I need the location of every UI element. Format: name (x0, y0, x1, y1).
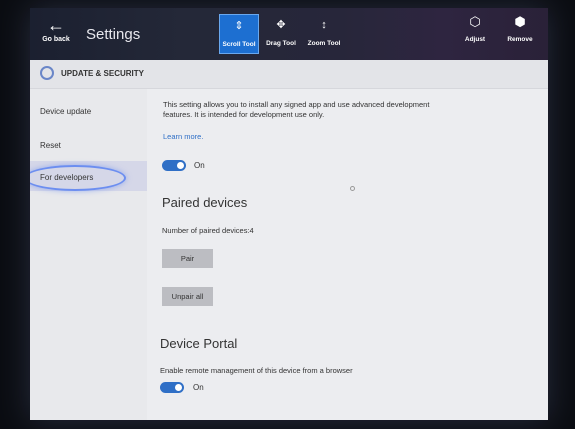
sidebar-item-device-update[interactable]: Device update (30, 95, 147, 125)
learn-more-link[interactable]: Learn more. (163, 132, 203, 141)
back-arrow-icon: ← (47, 15, 65, 35)
unpair-all-button[interactable]: Unpair all (162, 287, 213, 306)
paired-count: Number of paired devices:4 (162, 226, 254, 235)
cursor-dot (350, 186, 355, 191)
scroll-tool-label: Scroll Tool (222, 41, 256, 48)
device-portal-toggle[interactable] (160, 382, 184, 393)
main-content: This setting allows you to install any s… (147, 89, 548, 420)
toggle-knob (175, 384, 182, 391)
developer-description: This setting allows you to install any s… (163, 100, 430, 119)
remove-button[interactable]: ⬢ Remove (500, 14, 540, 43)
top-bar: ← Go back Settings ⇕ Scroll Tool ✥ Drag … (30, 8, 548, 60)
settings-window: ← Go back Settings ⇕ Scroll Tool ✥ Drag … (30, 8, 548, 420)
sidebar-item-label: Reset (40, 141, 61, 150)
scroll-tool-icon: ⇕ (234, 20, 244, 32)
pair-button[interactable]: Pair (162, 249, 213, 268)
scroll-tool-button[interactable]: ⇕ Scroll Tool (219, 14, 259, 54)
drag-tool-button[interactable]: ✥ Drag Tool (261, 14, 301, 54)
device-portal-heading: Device Portal (160, 336, 238, 351)
sidebar-item-for-developers[interactable]: For developers (30, 161, 147, 191)
developer-toggle-label: On (194, 161, 205, 170)
drag-tool-label: Drag Tool (266, 40, 296, 47)
paired-devices-heading: Paired devices (162, 195, 248, 210)
adjust-icon: ⬡ (469, 14, 481, 29)
selection-highlight (30, 165, 126, 191)
section-header: UPDATE & SECURITY (30, 60, 548, 89)
zoom-tool-button[interactable]: ↕ Zoom Tool (304, 14, 344, 54)
section-title: UPDATE & SECURITY (61, 69, 144, 78)
sidebar: Device update Reset For developers (30, 89, 147, 420)
adjust-label: Adjust (464, 36, 486, 43)
remove-icon: ⬢ (514, 14, 526, 29)
device-portal-description: Enable remote management of this device … (160, 366, 353, 375)
toggle-knob (177, 162, 184, 169)
go-back-label: Go back (42, 36, 70, 43)
adjust-button[interactable]: ⬡ Adjust (455, 14, 495, 43)
zoom-tool-icon: ↕ (321, 19, 327, 31)
sidebar-item-label: Device update (40, 107, 92, 116)
drag-tool-icon: ✥ (276, 19, 286, 31)
gear-icon (40, 66, 54, 80)
sidebar-item-reset[interactable]: Reset (30, 129, 147, 159)
remove-label: Remove (507, 36, 533, 43)
go-back-button[interactable]: ← Go back (38, 16, 74, 43)
app-title: Settings (86, 26, 141, 43)
device-portal-toggle-label: On (193, 383, 204, 392)
developer-mode-toggle[interactable] (162, 160, 186, 171)
zoom-tool-label: Zoom Tool (307, 40, 341, 47)
